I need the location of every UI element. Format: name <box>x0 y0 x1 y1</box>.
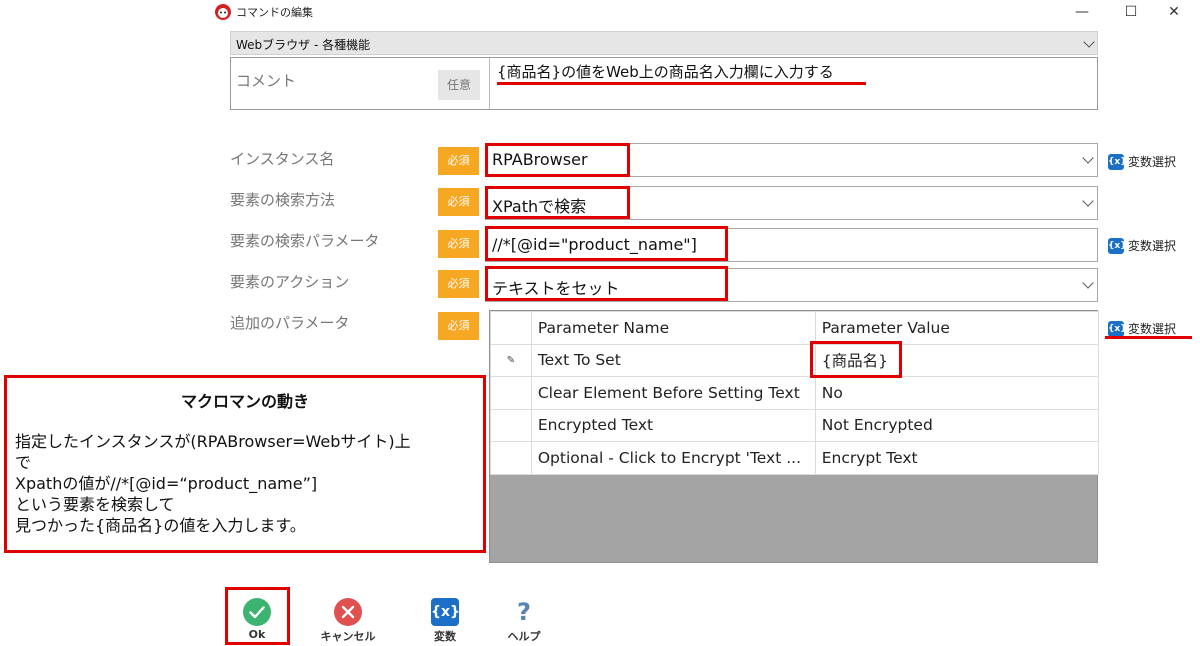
var-select-label: 変数選択 <box>1128 239 1177 253</box>
cancel-x-icon <box>334 598 362 626</box>
help-button[interactable]: ? ヘルプ <box>489 592 559 643</box>
column-header-value[interactable]: Parameter Value <box>814 311 1100 345</box>
chevron-down-icon <box>1082 195 1094 207</box>
param-name-cell[interactable]: Encrypted Text <box>530 408 816 442</box>
var-select-label: 変数選択 <box>1128 155 1177 169</box>
comment-value[interactable]: {商品名}の値をWeb上の商品名入力欄に入力する <box>497 61 834 82</box>
comment-field[interactable]: コメント 任意 {商品名}の値をWeb上の商品名入力欄に入力する <box>230 57 1098 110</box>
parameters-grid: Parameter Name Parameter Value ✎ Text To… <box>489 310 1100 563</box>
comment-label: コメント <box>236 72 297 90</box>
row-header-cell <box>490 311 532 345</box>
row-header-cell <box>490 376 532 410</box>
required-badge: 必須 <box>438 270 479 298</box>
variables-label: 変数 <box>434 630 456 643</box>
highlight-frame <box>485 186 630 219</box>
row-header-cell <box>490 408 532 442</box>
additional-params-label: 追加のパラメータ <box>230 314 350 332</box>
optional-badge: 任意 <box>438 70 480 100</box>
callout-line: という要素を検索して <box>15 495 175 514</box>
maximize-button[interactable]: ☐ <box>1111 0 1151 24</box>
highlight-frame <box>485 266 728 301</box>
callout-line: 指定したインスタンスが(RPABrowser=Webサイト)上 <box>15 432 411 451</box>
app-logo-icon <box>215 4 231 20</box>
help-label: ヘルプ <box>507 630 541 643</box>
command-category-value: Webブラウザ - 各種機能 <box>236 38 371 52</box>
var-select-highlight-underline <box>1105 336 1192 339</box>
param-name-cell[interactable]: Text To Set <box>530 343 816 377</box>
highlight-frame <box>485 143 630 177</box>
search-parameter-label: 要素の検索パラメータ <box>230 232 380 250</box>
edit-pencil-icon: ✎ <box>490 343 532 377</box>
param-value-cell[interactable]: No <box>814 376 1100 410</box>
table-header-row: Parameter Name Parameter Value <box>490 311 1100 345</box>
highlight-frame <box>225 587 290 645</box>
required-badge: 必須 <box>438 312 479 340</box>
callout-line: で <box>15 453 32 472</box>
required-badge: 必須 <box>438 188 479 216</box>
variables-icon: {x} <box>431 598 460 626</box>
variables-button[interactable]: {x} 変数 <box>410 592 480 643</box>
cancel-label: キャンセル <box>320 630 376 643</box>
column-header-name[interactable]: Parameter Name <box>530 311 816 345</box>
window-title: コマンドの編集 <box>236 6 313 19</box>
table-row[interactable]: Clear Element Before Setting Text No <box>490 376 1100 410</box>
search-param-var-select-button[interactable]: {x}変数選択 <box>1108 235 1176 255</box>
variable-icon: {x} <box>1108 153 1127 170</box>
required-badge: 必須 <box>438 230 479 258</box>
chevron-down-icon <box>1083 36 1095 48</box>
callout-title: マクロマンの動き <box>180 392 309 411</box>
cancel-button[interactable]: キャンセル <box>313 592 383 643</box>
param-name-cell[interactable]: Optional - Click to Encrypt 'Text ... <box>530 441 816 475</box>
comment-highlight-underline <box>497 82 866 85</box>
chevron-down-icon <box>1082 277 1094 289</box>
params-var-select-button[interactable]: {x}変数選択 <box>1108 318 1176 338</box>
variable-icon: {x} <box>1108 237 1127 254</box>
param-value-cell[interactable]: Not Encrypted <box>814 408 1100 442</box>
chevron-down-icon <box>1082 152 1094 164</box>
parameters-table: Parameter Name Parameter Value ✎ Text To… <box>490 311 1100 475</box>
param-value-cell[interactable]: Encrypt Text <box>814 441 1100 475</box>
row-header-cell <box>490 441 532 475</box>
instance-var-select-button[interactable]: {x}変数選択 <box>1108 151 1176 171</box>
callout-line: Xpathの値が//*[@id=“product_name”] <box>15 474 318 493</box>
instance-name-label: インスタンス名 <box>230 150 335 168</box>
table-row[interactable]: Encrypted Text Not Encrypted <box>490 408 1100 442</box>
comment-divider <box>489 58 490 109</box>
highlight-frame <box>485 226 728 261</box>
var-select-label: 変数選択 <box>1128 322 1177 336</box>
required-badge: 必須 <box>438 147 479 175</box>
help-question-icon: ? <box>517 598 531 626</box>
element-action-label: 要素のアクション <box>230 273 350 291</box>
title-bar: コマンドの編集 — ☐ ✕ <box>214 0 1200 24</box>
search-method-label: 要素の検索方法 <box>230 191 336 209</box>
callout-body: 指定したインスタンスが(RPABrowser=Webサイト)上 で Xpathの… <box>15 431 479 536</box>
close-button[interactable]: ✕ <box>1154 0 1194 24</box>
table-row[interactable]: ✎ Text To Set {商品名} <box>490 343 1100 377</box>
command-category-dropdown[interactable]: Webブラウザ - 各種機能 <box>230 31 1098 55</box>
explanation-callout: マクロマンの動き 指定したインスタンスが(RPABrowser=Webサイト)上… <box>4 375 486 553</box>
param-name-cell[interactable]: Clear Element Before Setting Text <box>530 376 816 410</box>
minimize-button[interactable]: — <box>1062 0 1102 24</box>
variable-icon: {x} <box>1108 320 1127 337</box>
table-row[interactable]: Optional - Click to Encrypt 'Text ... En… <box>490 441 1100 475</box>
highlight-frame <box>810 341 902 378</box>
callout-line: 見つかった{商品名}の値を入力します。 <box>15 516 306 535</box>
